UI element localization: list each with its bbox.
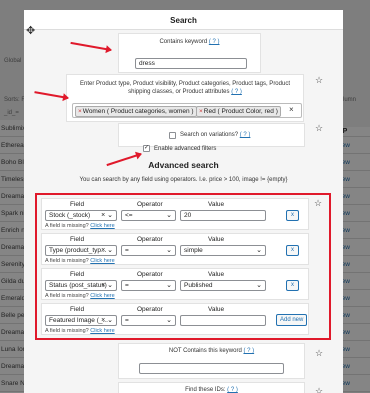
field-missing-link[interactable]: Click here	[90, 328, 114, 334]
field-select[interactable]: Status (post_status) × ⌄	[45, 280, 117, 291]
operator-header: Operator	[137, 271, 163, 278]
clear-tags-icon[interactable]: ×	[289, 105, 294, 114]
field-select[interactable]: Type (product_typ... × ⌄	[45, 245, 117, 256]
operator-header: Operator	[137, 306, 163, 313]
variations-label: Search on variations? ( ? )	[180, 132, 251, 138]
star-icon[interactable]: ☆	[315, 75, 323, 86]
not-contains-card: NOT Contains this keyword ( ? )	[118, 343, 305, 379]
operator-select[interactable]: = ⌄	[121, 315, 176, 326]
search-modal: Search ✥ Contains keyword ( ? ) dress En…	[24, 10, 343, 393]
contains-keyword-card: Contains keyword ( ? ) dress	[118, 33, 261, 73]
operator-select[interactable]: = ⌄	[121, 245, 176, 256]
field-missing-link[interactable]: Click here	[90, 223, 114, 229]
star-icon[interactable]: ☆	[315, 386, 323, 393]
field-header: Field	[70, 306, 85, 313]
field-missing-text: A field is missing? Click here	[45, 258, 115, 264]
field-header: Field	[70, 236, 85, 243]
not-contains-help-link[interactable]: ( ? )	[243, 348, 254, 354]
value-select[interactable]: simple ⌄	[180, 245, 266, 256]
field-header: Field	[70, 201, 85, 208]
field-missing-link[interactable]: Click here	[90, 258, 114, 264]
value-select[interactable]: Published ⌄	[180, 280, 266, 291]
contains-keyword-label: Contains keyword ( ? )	[159, 39, 220, 45]
find-ids-help-link[interactable]: ( ? )	[227, 387, 238, 393]
advanced-row: Field Operator Value Type (product_typ..…	[41, 233, 309, 265]
advanced-filters-box: ☆ Field Operator Value Stock (_stock) × ⌄…	[35, 193, 331, 340]
field-header: Field	[70, 271, 85, 278]
advanced-search-hint: You can search by any field using operat…	[79, 177, 288, 183]
value-input[interactable]	[180, 315, 266, 326]
operator-header: Operator	[137, 201, 163, 208]
advanced-row: Field Operator Value Featured Image (_..…	[41, 303, 309, 335]
operator-select[interactable]: <= ⌄	[121, 210, 176, 221]
add-new-button[interactable]: Add new	[276, 314, 308, 326]
operator-header: Operator	[137, 236, 163, 243]
value-input[interactable]: 20	[180, 210, 266, 221]
tag-remove-icon[interactable]: ×	[78, 108, 82, 115]
operator-select[interactable]: = ⌄	[121, 280, 176, 291]
advanced-row: Field Operator Value Status (post_status…	[41, 268, 309, 300]
value-header: Value	[208, 201, 225, 208]
find-ids-label: Find these IDs: ( ? )	[185, 387, 238, 393]
tag-remove-icon[interactable]: ×	[199, 108, 203, 115]
modal-title: Search	[24, 10, 343, 30]
enable-advanced-checkbox[interactable]: ✓	[143, 145, 150, 152]
taxonomy-card: Enter Product type, Product visibility, …	[66, 74, 304, 122]
taxonomy-label: Enter Product type, Product visibility, …	[80, 81, 290, 95]
field-select[interactable]: Stock (_stock) × ⌄	[45, 210, 117, 221]
field-missing-text: A field is missing? Click here	[45, 293, 115, 299]
enable-advanced-label: Enable advanced filters	[154, 146, 217, 152]
contains-keyword-help-link[interactable]: ( ? )	[209, 39, 220, 45]
taxonomy-tags-field[interactable]: ×Women ( Product categories, women ) ×Re…	[72, 103, 302, 118]
find-ids-card: Find these IDs: ( ? )	[118, 382, 305, 393]
taxonomy-help-link[interactable]: ( ? )	[231, 89, 242, 95]
remove-filter-button[interactable]: x	[286, 280, 299, 291]
contains-keyword-input[interactable]: dress	[135, 58, 247, 69]
field-missing-text: A field is missing? Click here	[45, 328, 115, 334]
value-header: Value	[208, 271, 225, 278]
move-icon[interactable]: ✥	[26, 24, 35, 37]
field-missing-text: A field is missing? Click here	[45, 223, 115, 229]
tag-red[interactable]: ×Red ( Product Color, red )	[196, 106, 281, 117]
field-select[interactable]: Featured Image (_... × ⌄	[45, 315, 117, 326]
value-header: Value	[208, 236, 225, 243]
star-icon[interactable]: ☆	[315, 123, 323, 134]
variations-card: Search on variations? ( ? )	[118, 123, 305, 147]
value-header: Value	[208, 306, 225, 313]
tag-women[interactable]: ×Women ( Product categories, women )	[75, 106, 197, 117]
advanced-row: Field Operator Value Stock (_stock) × ⌄ <…	[41, 198, 309, 230]
remove-filter-button[interactable]: x	[286, 245, 299, 256]
not-contains-input[interactable]	[139, 363, 284, 374]
not-contains-label: NOT Contains this keyword ( ? )	[168, 348, 255, 354]
remove-filter-button[interactable]: x	[286, 210, 299, 221]
variations-help-link[interactable]: ( ? )	[240, 132, 251, 138]
field-missing-link[interactable]: Click here	[90, 293, 114, 299]
variations-checkbox[interactable]	[169, 132, 176, 139]
advanced-search-title: Advanced search	[148, 160, 219, 170]
star-icon[interactable]: ☆	[315, 348, 323, 359]
star-icon[interactable]: ☆	[314, 198, 322, 209]
